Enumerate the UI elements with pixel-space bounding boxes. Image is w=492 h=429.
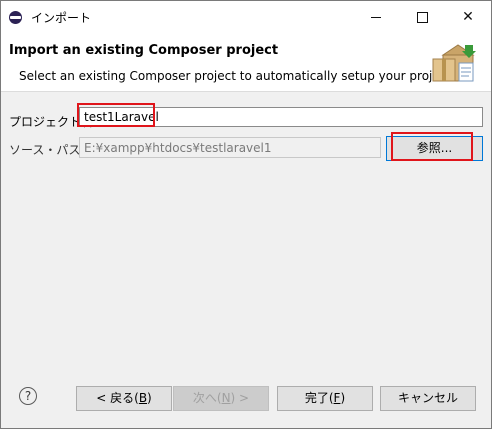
source-path-label: ソース・パス: bbox=[9, 143, 85, 157]
maximize-button[interactable] bbox=[399, 1, 445, 33]
finish-button[interactable]: 完了(F) bbox=[277, 386, 373, 411]
back-label-end: ) bbox=[147, 391, 152, 405]
minimize-button[interactable] bbox=[353, 1, 399, 33]
back-button[interactable]: < 戻る(B) bbox=[76, 386, 172, 411]
back-mnemonic: B bbox=[138, 391, 148, 405]
close-button[interactable]: ✕ bbox=[445, 1, 491, 33]
source-path-input bbox=[79, 137, 381, 158]
wizard-description: Select an existing Composer project to a… bbox=[19, 69, 455, 83]
finish-label: 完了( bbox=[304, 391, 334, 405]
browse-button[interactable]: 参照... bbox=[386, 136, 483, 161]
close-icon: ✕ bbox=[462, 9, 474, 25]
eclipse-app-icon bbox=[9, 11, 22, 24]
wizard-header: Import an existing Composer project Sele… bbox=[1, 33, 491, 92]
minimize-icon bbox=[371, 16, 381, 18]
project-name-input[interactable] bbox=[79, 107, 483, 127]
maximize-icon bbox=[416, 11, 428, 23]
import-dialog: インポート ✕ Import an existing Composer proj… bbox=[0, 0, 492, 429]
next-label: 次へ( bbox=[192, 391, 222, 405]
help-icon[interactable]: ? bbox=[19, 387, 37, 405]
back-label: < 戻る( bbox=[96, 391, 139, 405]
window-title: インポート bbox=[31, 11, 92, 25]
next-button: 次へ(N) > bbox=[173, 386, 269, 411]
next-mnemonic: N bbox=[221, 391, 231, 405]
import-project-wizard-icon bbox=[432, 44, 476, 82]
next-label-end: ) > bbox=[230, 391, 250, 405]
cancel-button[interactable]: キャンセル bbox=[380, 386, 476, 411]
title-bar: インポート ✕ bbox=[1, 1, 491, 33]
wizard-title: Import an existing Composer project bbox=[9, 43, 279, 58]
finish-label-end: ) bbox=[340, 391, 346, 405]
